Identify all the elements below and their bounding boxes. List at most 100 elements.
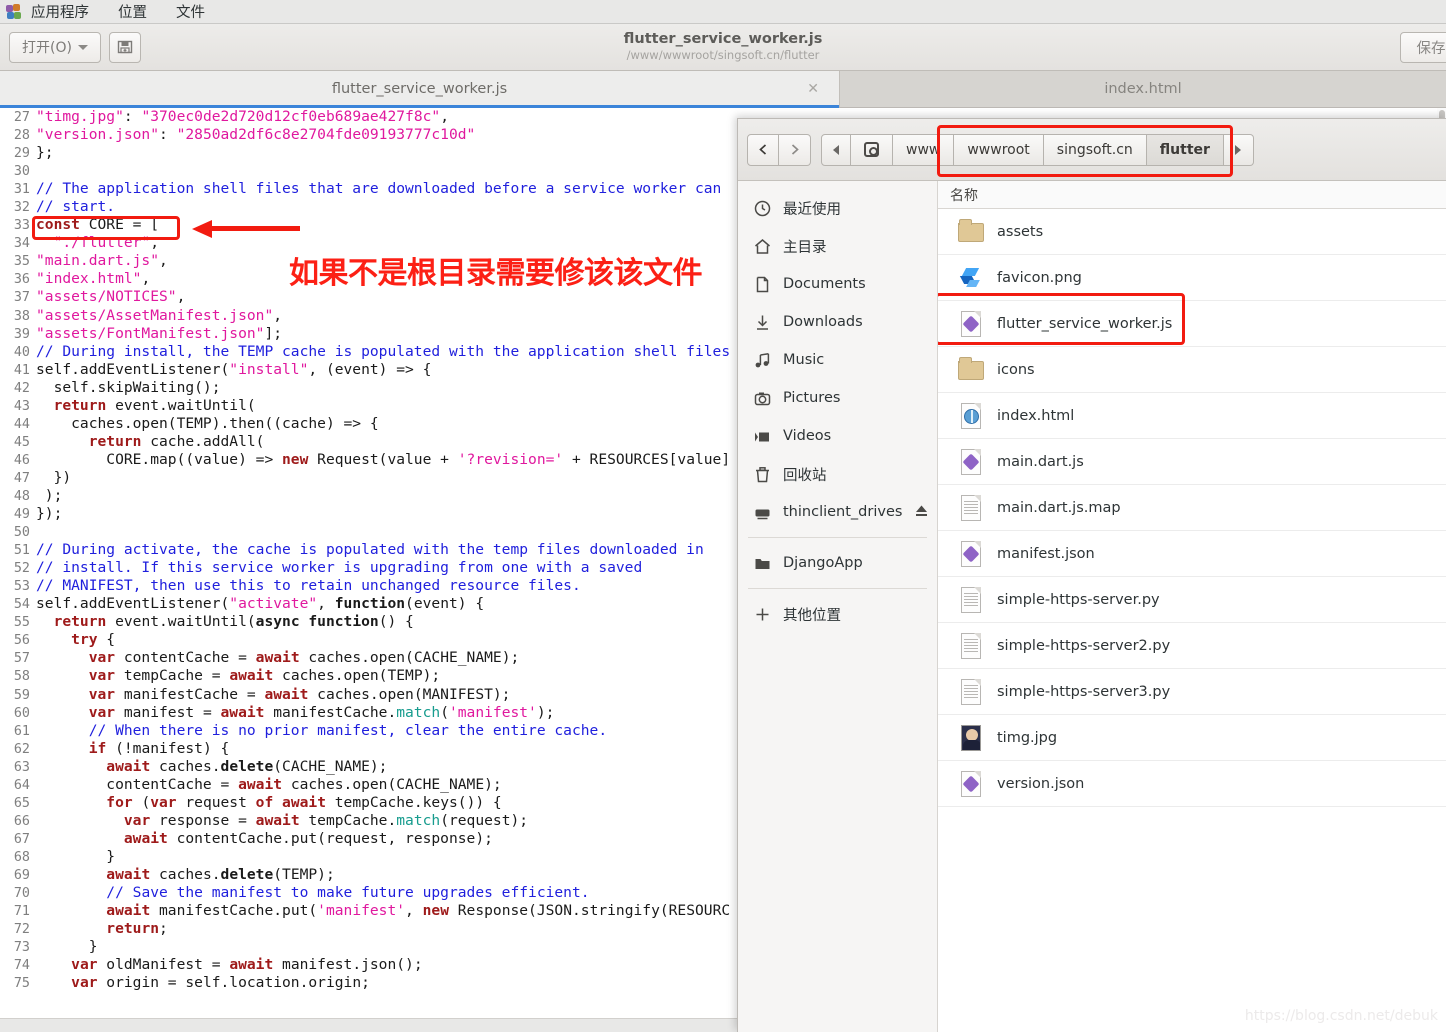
- line-number: 28: [13, 128, 30, 144]
- file-row[interactable]: index.html: [938, 393, 1446, 439]
- line-number: 33: [13, 218, 30, 234]
- sidebar-item-Pictures[interactable]: Pictures: [738, 379, 937, 417]
- code-line: 53 // MANIFEST, then use this to retain u…: [0, 577, 730, 595]
- code-token: for: [106, 793, 133, 811]
- window-title: flutter_service_worker.js: [623, 31, 823, 47]
- code-token: tempCache.: [299, 811, 397, 829]
- code-token: caches.open(MANIFEST);: [308, 685, 511, 703]
- file-row[interactable]: timg.jpg: [938, 715, 1446, 761]
- file-row[interactable]: icons: [938, 347, 1446, 393]
- code-token: await: [229, 667, 274, 685]
- code-token: // start.: [36, 198, 116, 216]
- code-token: await: [255, 811, 300, 829]
- breadcrumb-highlight: [937, 125, 1233, 177]
- file-row-highlight: [938, 293, 1185, 345]
- line-number: 38: [13, 308, 30, 324]
- sidebar-item-其他位置[interactable]: 其他位置: [738, 595, 937, 633]
- code-token: origin = self.location.origin;: [97, 974, 370, 992]
- line-number: 35: [13, 254, 30, 270]
- save-icon-button[interactable]: [109, 31, 141, 63]
- code-token: caches.: [150, 865, 221, 883]
- code-token: manifestCache.: [264, 703, 397, 721]
- code-token: ,: [405, 902, 423, 920]
- sidebar-item-label: thinclient_drives: [783, 504, 903, 520]
- file-row[interactable]: main.dart.js: [938, 439, 1446, 485]
- tab-label: index.html: [1104, 81, 1182, 97]
- file-list: 名称 assets favicon.png flutter_service_work…: [938, 181, 1446, 1032]
- document-icon: [756, 276, 769, 292]
- document-icon: [754, 276, 771, 293]
- code-token: var: [71, 974, 98, 992]
- code-line: 48 );: [0, 487, 730, 505]
- eject-icon[interactable]: [914, 503, 929, 522]
- code-token: "assets/NOTICES": [36, 288, 177, 306]
- line-number: 63: [13, 759, 30, 775]
- code-token: await: [106, 865, 151, 883]
- code-token: "370ec0de2d720d12cf0eb689ae427f8c": [141, 108, 441, 125]
- code-token: new: [282, 450, 309, 468]
- line-number: 40: [13, 344, 30, 360]
- file-row[interactable]: manifest.json: [938, 531, 1446, 577]
- file-row[interactable]: simple-https-server2.py: [938, 623, 1446, 669]
- breadcrumb-root[interactable]: [851, 133, 893, 166]
- file-row[interactable]: simple-https-server.py: [938, 577, 1446, 623]
- code-token: // Save the manifest to make future upgr…: [106, 884, 590, 902]
- sidebar-item-Documents[interactable]: Documents: [738, 265, 937, 303]
- line-number: 49: [13, 507, 30, 523]
- line-number: 48: [13, 488, 30, 504]
- download-icon: [754, 314, 771, 331]
- close-icon[interactable]: ✕: [807, 81, 819, 97]
- file-row[interactable]: version.json: [938, 761, 1446, 807]
- sidebar-item-DjangoApp[interactable]: DjangoApp: [738, 544, 937, 582]
- menu-applications[interactable]: 应用程序: [29, 0, 102, 24]
- tab-index-html[interactable]: index.html: [840, 71, 1446, 107]
- save-button[interactable]: 保存: [1400, 32, 1446, 63]
- code-line: 54 self.addEventListener("activate", func…: [0, 595, 730, 613]
- code-token: caches.open(TEMP).then((cache) => {: [36, 414, 379, 432]
- sidebar-item-label: 回收站: [783, 467, 827, 484]
- js-gem-icon: [958, 769, 984, 799]
- tab-flutter-service-worker[interactable]: flutter_service_worker.js ✕: [0, 71, 840, 108]
- line-number: 56: [13, 633, 30, 649]
- open-button[interactable]: 打开(O): [9, 31, 101, 63]
- code-token: caches.open(CACHE_NAME);: [282, 775, 502, 793]
- file-row[interactable]: simple-https-server3.py: [938, 669, 1446, 715]
- menu-places[interactable]: 位置: [116, 0, 160, 24]
- arrow-right-icon: [1235, 144, 1242, 155]
- code-line: 64 contentCache = await caches.open(CACH…: [0, 776, 730, 794]
- sidebar-item-label: Documents: [783, 276, 866, 292]
- code-token: "index.html": [36, 270, 142, 288]
- line-number: 51: [13, 543, 30, 559]
- forward-button[interactable]: [779, 133, 811, 166]
- code-line: 50: [0, 523, 730, 541]
- code-line: 27 "timg.jpg": "370ec0de2d720d12cf0eb689a…: [0, 108, 730, 126]
- sidebar-item-thinclient_drives[interactable]: thinclient_drives: [738, 493, 937, 531]
- sidebar-item-Videos[interactable]: Videos: [738, 417, 937, 455]
- code-line: 47 }): [0, 469, 730, 487]
- code-line: 46 CORE.map((value) => new Request(value…: [0, 451, 730, 469]
- sidebar-item-Music[interactable]: Music: [738, 341, 937, 379]
- arrow-left-icon: [833, 144, 839, 155]
- sidebar-item-主目录[interactable]: 主目录: [738, 227, 937, 265]
- sidebar-item-最近使用[interactable]: 最近使用: [738, 189, 937, 227]
- line-number: 68: [13, 849, 30, 865]
- code-token: // During activate, the cache is populat…: [36, 541, 704, 559]
- sidebar-item-回收站[interactable]: 回收站: [738, 455, 937, 493]
- sidebar-item-Downloads[interactable]: Downloads: [738, 303, 937, 341]
- open-button-label: 打开(O): [22, 40, 72, 56]
- breadcrumb-scroll-left[interactable]: [821, 133, 851, 166]
- back-button[interactable]: [747, 133, 779, 166]
- clock-icon: [754, 200, 771, 216]
- code-text[interactable]: 27 "timg.jpg": "370ec0de2d720d12cf0eb689a…: [0, 108, 730, 992]
- file-row[interactable]: main.dart.js.map: [938, 485, 1446, 531]
- sidebar-item-label: DjangoApp: [783, 555, 863, 571]
- file-row[interactable]: assets: [938, 209, 1446, 255]
- image-thumbnail-icon: [958, 723, 984, 753]
- gnome-foot-icon: [6, 3, 22, 20]
- menu-files[interactable]: 文件: [174, 0, 218, 24]
- line-number: 59: [13, 687, 30, 703]
